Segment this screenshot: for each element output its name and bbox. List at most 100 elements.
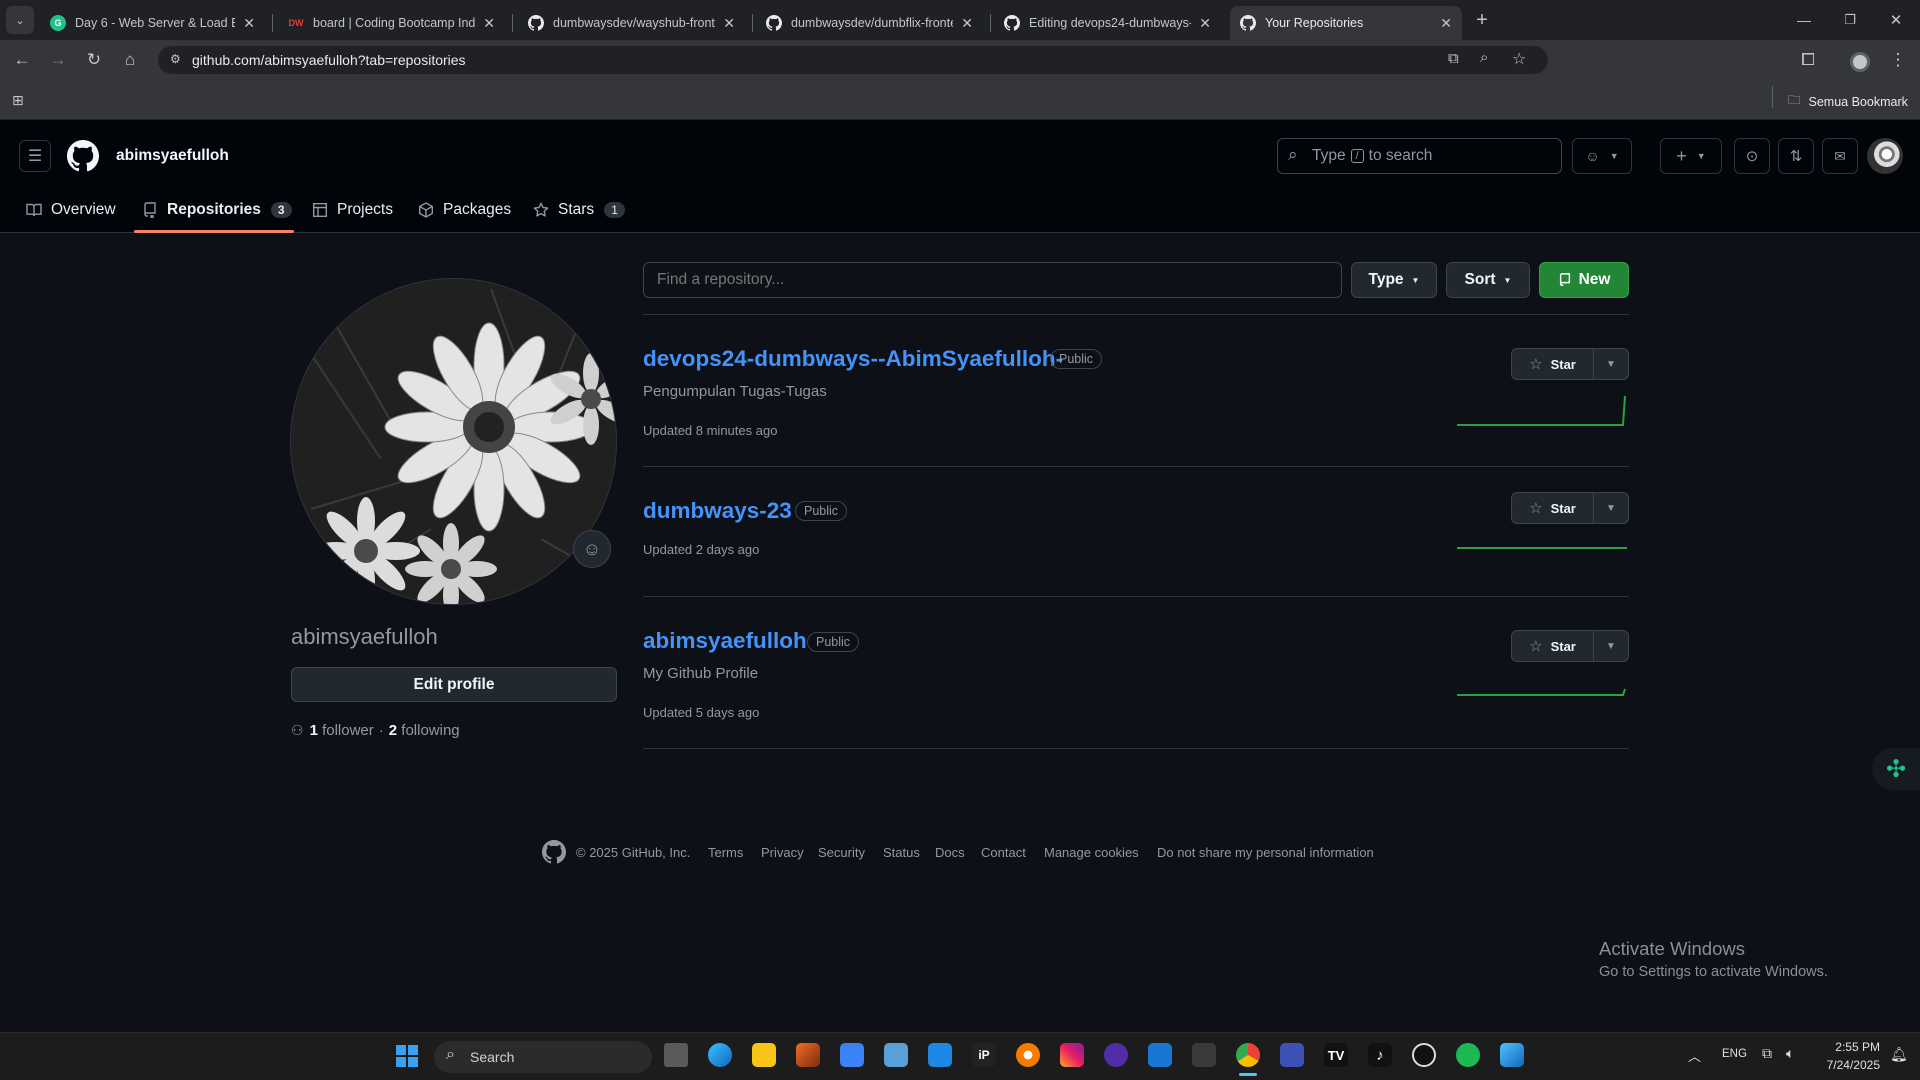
ai-assistant-icon[interactable]: ✣ bbox=[1872, 748, 1920, 790]
issues-icon[interactable]: ⊙ bbox=[1734, 138, 1770, 174]
footer-link-terms[interactable]: Terms bbox=[708, 845, 743, 860]
footer-link-contact[interactable]: Contact bbox=[981, 845, 1026, 860]
task-view-icon[interactable] bbox=[664, 1043, 688, 1067]
sort-button[interactable]: Sort ▼ bbox=[1446, 262, 1530, 298]
tradingview-icon[interactable]: TV bbox=[1324, 1043, 1348, 1067]
edit-profile-button[interactable]: Edit profile bbox=[291, 667, 617, 702]
tab-projects[interactable]: Projects bbox=[312, 200, 393, 220]
close-tab-icon[interactable]: ✕ bbox=[483, 15, 495, 32]
media-player-icon[interactable] bbox=[1104, 1043, 1128, 1067]
new-repository-button[interactable]: New bbox=[1539, 262, 1629, 298]
type-filter-button[interactable]: Type ▼ bbox=[1351, 262, 1437, 298]
header-username[interactable]: abimsyaefulloh bbox=[116, 147, 229, 165]
star-list-dropdown[interactable]: ▼ bbox=[1594, 631, 1628, 661]
close-tab-icon[interactable]: ✕ bbox=[723, 15, 735, 32]
clock-time[interactable]: 2:55 PM bbox=[1810, 1040, 1880, 1054]
tab-overview[interactable]: Overview bbox=[26, 200, 116, 220]
copilot-button[interactable]: ☺ ▼ bbox=[1572, 138, 1632, 174]
repo-link[interactable]: devops24-dumbways--AbimSyaefulloh- bbox=[643, 346, 1063, 372]
subtitle-app-icon[interactable] bbox=[1192, 1043, 1216, 1067]
github-logo-icon[interactable] bbox=[67, 140, 100, 177]
notification-bell-icon[interactable]: 🔔︎ bbox=[1890, 1046, 1908, 1063]
github-footer-logo-icon[interactable] bbox=[542, 840, 567, 869]
following-link[interactable]: 2 following bbox=[389, 722, 460, 739]
fl-studio-icon[interactable] bbox=[796, 1043, 820, 1067]
browser-tab[interactable]: dumbwaysdev/dumbflix-fronte ✕ bbox=[756, 6, 983, 40]
pull-requests-icon[interactable]: ⇅ bbox=[1778, 138, 1814, 174]
global-search-input[interactable]: ⌕ Type / to search bbox=[1277, 138, 1562, 174]
file-explorer-icon[interactable] bbox=[752, 1043, 776, 1067]
browser-tab[interactable]: Editing devops24-dumbways-- ✕ bbox=[994, 6, 1221, 40]
user-avatar[interactable] bbox=[1867, 138, 1903, 174]
home-icon[interactable]: ⌂ bbox=[116, 46, 144, 74]
all-bookmarks[interactable]: 🗀 Semua Bookmark bbox=[1788, 91, 1908, 112]
followers-link[interactable]: 1 follower bbox=[310, 722, 374, 739]
tiktok-icon[interactable]: ♪ bbox=[1368, 1043, 1392, 1067]
teams-icon[interactable] bbox=[1280, 1043, 1304, 1067]
app-window-icon[interactable] bbox=[884, 1043, 908, 1067]
star-button[interactable]: ☆ Star ▼ bbox=[1511, 492, 1629, 524]
instagram-icon[interactable] bbox=[1060, 1043, 1084, 1067]
footer-link-manage-cookies[interactable]: Manage cookies bbox=[1044, 845, 1139, 860]
site-info-icon[interactable]: ⚙ bbox=[170, 52, 181, 66]
browser-tab-active[interactable]: Your Repositories ✕ bbox=[1230, 6, 1462, 40]
spotify-icon[interactable] bbox=[1456, 1043, 1480, 1067]
chatgpt-icon[interactable] bbox=[1412, 1043, 1436, 1067]
store-icon[interactable] bbox=[1148, 1043, 1172, 1067]
url-bar[interactable]: ⚙ github.com/abimsyaefulloh?tab=reposito… bbox=[158, 46, 1548, 74]
clock-date[interactable]: 7/24/2025 bbox=[1810, 1058, 1880, 1072]
footer-link-status[interactable]: Status bbox=[883, 845, 920, 860]
hamburger-menu-icon[interactable]: ☰ bbox=[19, 140, 51, 172]
reload-icon[interactable]: ↻ bbox=[80, 46, 108, 74]
profile-avatar-icon[interactable] bbox=[1850, 52, 1870, 72]
bookmark-star-icon[interactable]: ☆ bbox=[1512, 49, 1526, 69]
chrome-icon[interactable] bbox=[1236, 1043, 1260, 1067]
network-icon[interactable]: ⧉ bbox=[1762, 1045, 1772, 1062]
footer-link-privacy[interactable]: Privacy bbox=[761, 845, 804, 860]
close-tab-icon[interactable]: ✕ bbox=[1199, 15, 1211, 32]
browser-tab[interactable]: dumbwaysdev/wayshub-fronte ✕ bbox=[518, 6, 745, 40]
inbox-icon[interactable]: ✉ bbox=[1822, 138, 1858, 174]
taskbar-search-box[interactable]: ⌕ Search bbox=[434, 1041, 652, 1073]
extensions-icon[interactable]: ⧠ bbox=[1794, 46, 1822, 74]
zoom-icon[interactable]: ⌕ bbox=[1480, 49, 1488, 66]
new-tab-icon[interactable]: + bbox=[1468, 6, 1496, 34]
volume-icon[interactable]: 🔈︎ bbox=[1786, 1045, 1794, 1062]
photos-icon[interactable] bbox=[928, 1043, 952, 1067]
install-app-icon[interactable]: ⧉ bbox=[1448, 50, 1459, 67]
notepad-icon[interactable] bbox=[840, 1043, 864, 1067]
footer-link-do-not-share[interactable]: Do not share my personal information bbox=[1157, 845, 1374, 860]
create-new-button[interactable]: + ▼ bbox=[1660, 138, 1722, 174]
apps-grid-icon[interactable]: ⊞ bbox=[12, 92, 24, 109]
restore-icon[interactable]: ❐ bbox=[1836, 6, 1864, 34]
tab-search-icon[interactable]: ⌄ bbox=[6, 6, 34, 34]
close-window-icon[interactable]: ✕ bbox=[1882, 6, 1910, 34]
tab-stars[interactable]: Stars 1 bbox=[533, 200, 625, 220]
star-button[interactable]: ☆ Star ▼ bbox=[1511, 630, 1629, 662]
minimize-icon[interactable]: — bbox=[1790, 6, 1818, 34]
set-status-smiley-icon[interactable]: ☺ bbox=[573, 530, 611, 568]
browser-tab[interactable]: G Day 6 - Web Server & Load Bal ✕ bbox=[40, 6, 265, 40]
forward-icon[interactable]: → bbox=[44, 46, 72, 74]
close-tab-icon[interactable]: ✕ bbox=[243, 15, 255, 32]
browser-tab[interactable]: DW board | Coding Bootcamp Indo ✕ bbox=[278, 6, 505, 40]
back-icon[interactable]: ← bbox=[8, 46, 36, 74]
footer-link-security[interactable]: Security bbox=[818, 845, 865, 860]
tab-packages[interactable]: Packages bbox=[418, 200, 511, 220]
repo-link[interactable]: dumbways-23 bbox=[643, 498, 792, 524]
edge-browser-icon[interactable] bbox=[708, 1043, 732, 1067]
ipe-icon[interactable]: iP bbox=[972, 1043, 996, 1067]
find-repository-input[interactable] bbox=[643, 262, 1342, 298]
star-list-dropdown[interactable]: ▼ bbox=[1594, 493, 1628, 523]
windows-start-icon[interactable] bbox=[396, 1045, 418, 1067]
menu-kebab-icon[interactable]: ⋮ bbox=[1884, 46, 1912, 74]
blender-icon[interactable] bbox=[1016, 1043, 1040, 1067]
star-list-dropdown[interactable]: ▼ bbox=[1594, 349, 1628, 379]
tab-repositories[interactable]: Repositories 3 bbox=[142, 200, 292, 220]
footer-link-docs[interactable]: Docs bbox=[935, 845, 965, 860]
repo-link[interactable]: abimsyaefulloh bbox=[643, 628, 807, 654]
input-language[interactable]: ENG bbox=[1722, 1048, 1747, 1060]
tray-overflow-chevron-icon[interactable]: ︿ bbox=[1688, 1046, 1701, 1065]
drawing-app-icon[interactable] bbox=[1500, 1043, 1524, 1067]
close-tab-icon[interactable]: ✕ bbox=[961, 15, 973, 32]
